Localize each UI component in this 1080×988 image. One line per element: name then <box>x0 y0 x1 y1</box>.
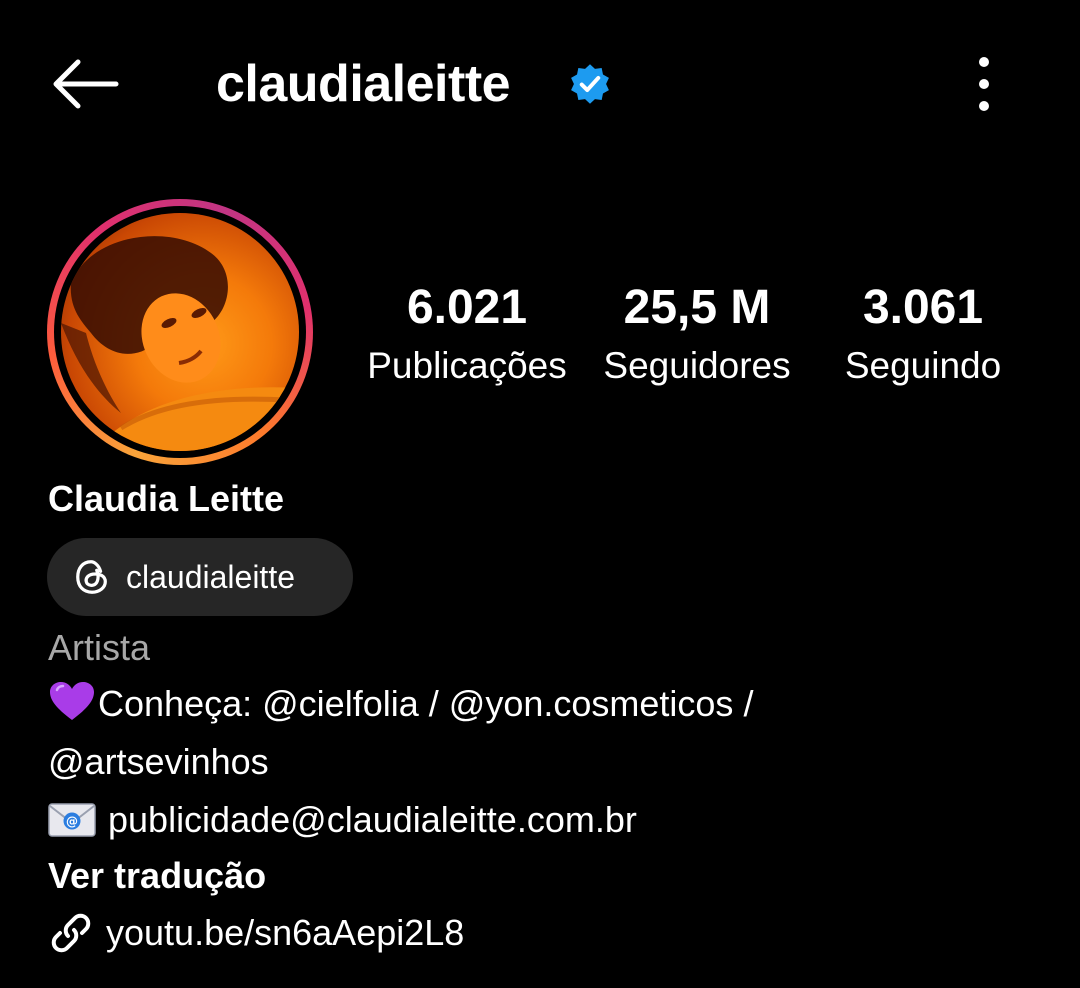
profile-username: claudialeitte <box>216 55 511 113</box>
following-stat[interactable]: 3.061 Seguindo <box>830 278 1016 391</box>
link-icon <box>51 913 91 953</box>
followers-stat[interactable]: 25,5 M Seguidores <box>588 278 806 391</box>
profile-avatar[interactable] <box>47 199 313 465</box>
back-button[interactable] <box>48 52 120 116</box>
email-icon: @ <box>48 803 96 837</box>
threads-badge-button[interactable]: claudialeitte <box>47 538 353 616</box>
see-translation-button[interactable]: Ver tradução <box>48 853 266 899</box>
posts-stat[interactable]: 6.021 Publicações <box>356 278 578 391</box>
display-name: Claudia Leitte <box>48 478 285 519</box>
mention-cielfolia[interactable]: @cielfolia <box>262 683 419 724</box>
contact-email[interactable]: publicidade@claudialeitte.com.br <box>108 796 637 844</box>
posts-count: 6.021 <box>406 281 528 334</box>
following-count: 3.061 <box>862 281 984 334</box>
posts-label: Publicações <box>367 345 567 386</box>
profile-link-text: youtu.be/sn6aAepi2L8 <box>106 912 465 953</box>
bio-line-3: @ publicidade@claudialeitte.com.br <box>48 796 637 844</box>
profile-photo <box>61 213 299 451</box>
bio-line-2: @artsevinhos <box>48 738 269 786</box>
svg-text:@: @ <box>66 815 78 829</box>
bio-line-1: Conheça: @cielfolia / @yon.cosmeticos / <box>48 680 753 728</box>
bio-separator: / <box>428 683 439 724</box>
threads-icon <box>76 560 107 594</box>
threads-handle: claudialeitte <box>126 558 295 595</box>
following-label: Seguindo <box>844 345 1002 386</box>
followers-count: 25,5 M <box>623 281 771 334</box>
bio-prefix: Conheça: <box>98 683 253 724</box>
mention-yon-cosmeticos[interactable]: @yon.cosmeticos <box>449 683 734 724</box>
more-vertical-icon <box>979 57 989 111</box>
verified-badge-icon <box>571 64 609 104</box>
profile-link[interactable]: youtu.be/sn6aAepi2L8 <box>48 909 464 957</box>
followers-label: Seguidores <box>603 345 791 386</box>
arrow-left-icon <box>53 59 119 109</box>
profile-category: Artista <box>48 627 151 668</box>
more-options-button[interactable] <box>960 52 1008 116</box>
bio-separator: / <box>743 683 754 724</box>
mention-artsevinhos[interactable]: @artsevinhos <box>48 741 269 782</box>
purple-heart-icon <box>50 682 94 720</box>
